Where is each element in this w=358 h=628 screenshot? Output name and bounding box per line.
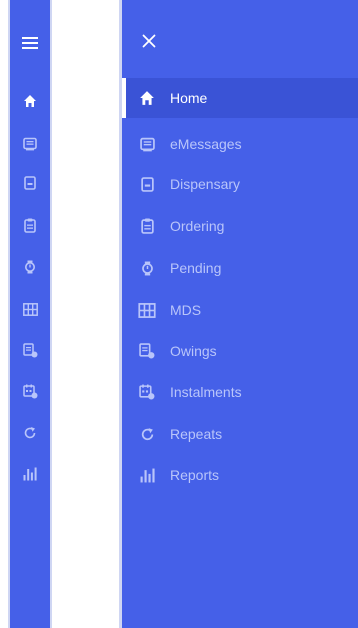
- menu-item-emessages[interactable]: eMessages: [122, 124, 358, 164]
- rail-item-emessages[interactable]: [10, 129, 50, 159]
- mds-icon: [22, 302, 38, 316]
- menu-item-label: Reports: [170, 467, 220, 483]
- menu-item-dispensary[interactable]: Dispensary: [122, 164, 358, 204]
- repeats-icon: [136, 423, 158, 445]
- reports-icon: [23, 467, 37, 481]
- instalments-icon: [22, 384, 38, 399]
- mds-icon: [136, 299, 158, 321]
- dispensary-icon: [24, 176, 36, 190]
- home-icon: [23, 94, 37, 108]
- rail-item-repeats[interactable]: [10, 418, 50, 448]
- collapsed-sidebar: [8, 0, 52, 628]
- rail-item-mds[interactable]: [10, 294, 50, 324]
- emessages-icon: [136, 133, 158, 155]
- menu-item-label: eMessages: [170, 136, 242, 152]
- menu-item-label: Ordering: [170, 218, 225, 234]
- menu-item-reports[interactable]: Reports: [122, 455, 358, 495]
- menu-item-label: Home: [170, 90, 208, 106]
- menu-item-owings[interactable]: Owings: [122, 331, 358, 371]
- rail-item-ordering[interactable]: [10, 210, 50, 240]
- menu-item-ordering[interactable]: Ordering: [122, 206, 358, 246]
- rail-item-pending[interactable]: [10, 252, 50, 282]
- owings-icon: [22, 342, 38, 358]
- menu-item-label: Repeats: [170, 426, 223, 442]
- close-icon: [142, 34, 156, 48]
- navigation-drawer: Home eMessages Dispensary Ordering Pendi…: [119, 0, 358, 628]
- rail-menu-button[interactable]: [10, 28, 50, 58]
- instalments-icon: [136, 381, 158, 403]
- pending-icon: [136, 257, 158, 279]
- home-icon: [136, 87, 158, 109]
- pending-icon: [24, 260, 36, 274]
- menu-item-label: Instalments: [170, 384, 242, 400]
- menu-item-repeats[interactable]: Repeats: [122, 414, 358, 454]
- close-drawer-button[interactable]: [134, 26, 164, 56]
- menu-item-label: Owings: [170, 343, 217, 359]
- repeats-icon: [23, 426, 37, 440]
- reports-icon: [136, 464, 158, 486]
- menu-item-label: Pending: [170, 260, 222, 276]
- rail-item-dispensary[interactable]: [10, 168, 50, 198]
- hamburger-icon: [22, 36, 38, 50]
- menu-item-instalments[interactable]: Instalments: [122, 372, 358, 412]
- menu-item-label: MDS: [170, 302, 202, 318]
- menu-item-pending[interactable]: Pending: [122, 248, 358, 288]
- ordering-icon: [136, 215, 158, 237]
- ordering-icon: [24, 218, 36, 233]
- rail-item-home[interactable]: [10, 86, 50, 116]
- owings-icon: [136, 340, 158, 362]
- menu-item-home[interactable]: Home: [122, 78, 358, 118]
- rail-item-reports[interactable]: [10, 459, 50, 489]
- emessages-icon: [23, 137, 37, 151]
- rail-item-instalments[interactable]: [10, 376, 50, 406]
- menu-item-label: Dispensary: [170, 176, 241, 192]
- rail-item-owings[interactable]: [10, 335, 50, 365]
- menu-item-mds[interactable]: MDS: [122, 290, 358, 330]
- dispensary-icon: [136, 173, 158, 195]
